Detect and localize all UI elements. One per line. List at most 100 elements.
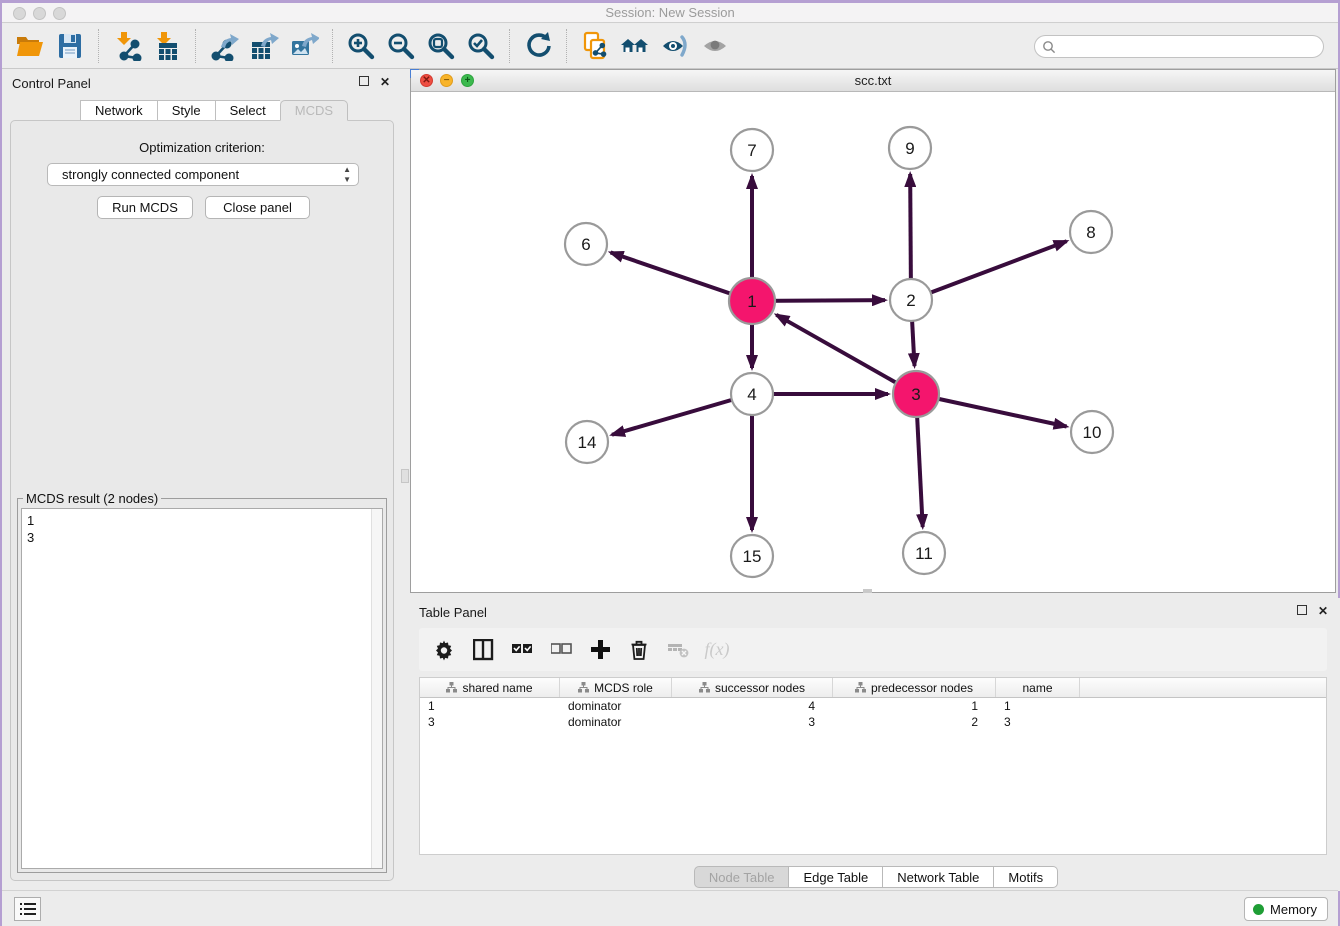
zoom-fit-button[interactable] <box>424 29 458 63</box>
graph-node-label: 11 <box>915 544 933 563</box>
close-panel-button[interactable]: Close panel <box>205 196 310 219</box>
first-neighbors-button[interactable] <box>618 29 652 63</box>
main-toolbar <box>2 24 1338 69</box>
control-panel-float-button[interactable] <box>359 76 371 88</box>
memory-label: Memory <box>1270 902 1317 917</box>
tab-network-table[interactable]: Network Table <box>883 866 994 888</box>
toolbar-divider <box>509 29 510 63</box>
table-panel-close-button[interactable]: ✕ <box>1317 605 1329 617</box>
table-cell[interactable]: 3 <box>420 714 560 730</box>
show-all-button[interactable] <box>698 29 732 63</box>
delete-column-button[interactable] <box>626 637 652 663</box>
zoom-out-button[interactable] <box>384 29 418 63</box>
tab-node-table[interactable]: Node Table <box>694 866 790 888</box>
export-table-button[interactable] <box>247 29 281 63</box>
hide-selected-button[interactable] <box>658 29 692 63</box>
graph-node-9[interactable]: 9 <box>889 127 931 169</box>
graph-node-8[interactable]: 8 <box>1070 211 1112 253</box>
graph-node-1[interactable]: 1 <box>729 278 775 324</box>
column-header-shared-name[interactable]: shared name <box>420 678 560 697</box>
table-cell[interactable]: dominator <box>560 714 672 730</box>
table-cell[interactable]: 4 <box>672 698 833 714</box>
graph-node-label: 8 <box>1086 223 1095 242</box>
graph-node-4[interactable]: 4 <box>731 373 773 415</box>
eye-icon <box>700 31 730 61</box>
table-cell[interactable]: 1 <box>996 698 1080 714</box>
graph-node-11[interactable]: 11 <box>903 532 945 574</box>
import-network-button[interactable] <box>110 29 144 63</box>
panel-splitter-handle[interactable] <box>401 469 409 483</box>
column-label: MCDS role <box>594 681 653 695</box>
table-row[interactable]: 1dominator411 <box>420 698 1326 714</box>
table-cell[interactable]: 2 <box>833 714 996 730</box>
table-cell[interactable]: dominator <box>560 698 672 714</box>
control-panel-close-button[interactable]: ✕ <box>379 76 391 88</box>
control-panel-tabs: NetworkStyleSelectMCDS <box>80 100 348 121</box>
graph-node-label: 3 <box>911 385 920 404</box>
graph-node-14[interactable]: 14 <box>566 421 608 463</box>
table-panel-float-button[interactable] <box>1297 605 1309 617</box>
graph-node-2[interactable]: 2 <box>890 279 932 321</box>
function-builder-button[interactable]: f(x) <box>704 637 730 663</box>
unselect-all-columns-button[interactable] <box>548 637 574 663</box>
column-header-successor-nodes[interactable]: successor nodes <box>672 678 833 697</box>
optimization-criterion-value: strongly connected component <box>62 167 239 182</box>
export-image-button[interactable] <box>287 29 321 63</box>
zoom-in-button[interactable] <box>344 29 378 63</box>
result-scrollbar[interactable] <box>371 509 382 868</box>
memory-button[interactable]: Memory <box>1244 897 1328 921</box>
graph-node-3[interactable]: 3 <box>893 371 939 417</box>
table-cell[interactable]: 3 <box>672 714 833 730</box>
task-history-button[interactable] <box>14 897 41 921</box>
control-panel-title: Control Panel <box>12 76 91 91</box>
table-cell[interactable]: 3 <box>996 714 1080 730</box>
export-network-button[interactable] <box>207 29 241 63</box>
tab-network[interactable]: Network <box>80 100 157 121</box>
tab-mcds[interactable]: MCDS <box>280 100 348 121</box>
table-row[interactable]: 3dominator323 <box>420 714 1326 730</box>
graph-node-7[interactable]: 7 <box>731 129 773 171</box>
table-toolbar: f(x) <box>419 628 1327 671</box>
network-window-titlebar[interactable]: ✕ − + scc.txt <box>411 70 1335 92</box>
table-cell[interactable]: 1 <box>420 698 560 714</box>
network-resize-handle[interactable] <box>863 589 872 593</box>
zoom-selected-button[interactable] <box>464 29 498 63</box>
delete-table-button[interactable] <box>665 637 691 663</box>
tab-style[interactable]: Style <box>157 100 215 121</box>
table-settings-button[interactable] <box>431 637 457 663</box>
run-mcds-button[interactable]: Run MCDS <box>97 196 193 219</box>
export-network-icon <box>209 31 239 61</box>
graph-edge-2-8[interactable] <box>911 241 1067 300</box>
tab-motifs[interactable]: Motifs <box>994 866 1058 888</box>
open-file-button[interactable] <box>13 29 47 63</box>
graph-node-15[interactable]: 15 <box>731 535 773 577</box>
save-session-button[interactable] <box>53 29 87 63</box>
plus-icon <box>590 639 611 661</box>
window-titlebar: Session: New Session <box>2 3 1338 23</box>
graph-node-6[interactable]: 6 <box>565 223 607 265</box>
network-view-window: ✕ − + scc.txt 7 9 6 8 1 2 4 3 14 10 15 11 <box>410 69 1336 593</box>
add-column-button[interactable] <box>587 637 613 663</box>
column-layout-button[interactable] <box>470 637 496 663</box>
optimization-criterion-select[interactable]: strongly connected component ▲▼ <box>47 163 359 186</box>
duplicate-network-button[interactable] <box>578 29 612 63</box>
graph-node-10[interactable]: 10 <box>1071 411 1113 453</box>
column-header-predecessor-nodes[interactable]: predecessor nodes <box>833 678 996 697</box>
fx-icon: f(x) <box>705 639 730 660</box>
import-table-button[interactable] <box>150 29 184 63</box>
column-header-MCDS-role[interactable]: MCDS role <box>560 678 672 697</box>
select-all-columns-button[interactable] <box>509 637 535 663</box>
attribute-icon <box>699 682 710 693</box>
graph-node-label: 7 <box>747 141 756 160</box>
search-input[interactable] <box>1056 38 1323 56</box>
network-canvas[interactable]: 7 9 6 8 1 2 4 3 14 10 15 11 <box>411 92 1335 592</box>
mcds-panel: Optimization criterion: strongly connect… <box>10 120 394 881</box>
column-header-name[interactable]: name <box>996 678 1080 697</box>
tab-select[interactable]: Select <box>215 100 280 121</box>
graph-node-label: 14 <box>578 433 597 452</box>
tab-edge-table[interactable]: Edge Table <box>789 866 883 888</box>
mcds-result-textarea[interactable]: 13 <box>21 508 383 869</box>
apply-layout-button[interactable] <box>521 29 555 63</box>
table-panel-title: Table Panel <box>419 605 487 620</box>
table-cell[interactable]: 1 <box>833 698 996 714</box>
